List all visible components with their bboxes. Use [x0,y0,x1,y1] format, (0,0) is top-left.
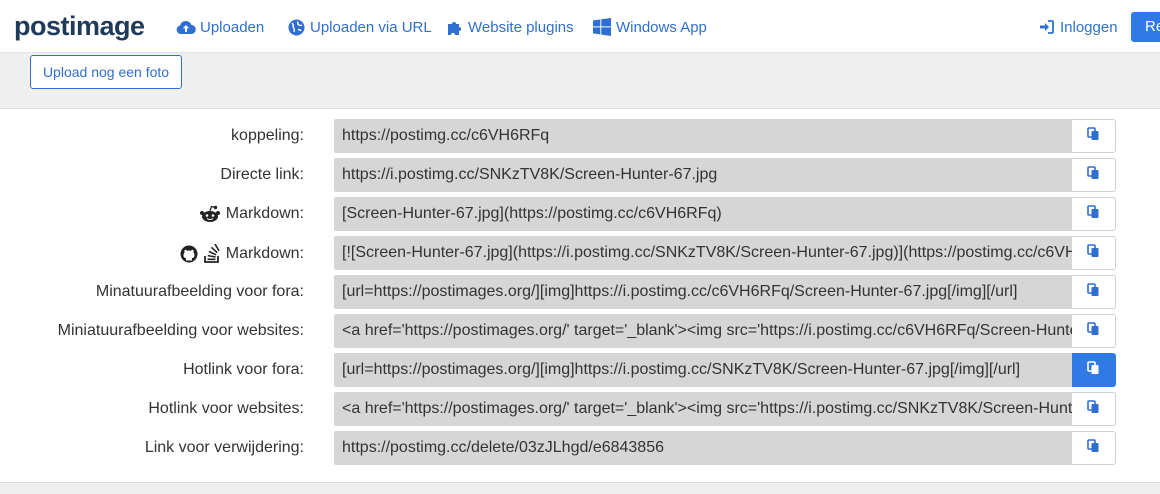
row-label: Markdown: [225,205,304,222]
nav-upload-label: Uploaden [200,18,265,36]
nav-windows-app-label: Windows App [616,18,707,36]
row-label: Hotlink voor fora: [183,361,304,378]
postimage-logo[interactable]: postimage [14,12,145,40]
link-row-thumb-forum: Minatuurafbeelding voor fora: [url=https… [0,275,1160,309]
nav-plugins-label: Website plugins [468,18,574,36]
copy-button[interactable] [1072,314,1116,348]
copy-icon [1087,360,1100,380]
link-field[interactable]: [url=https://postimages.org/][img]https:… [334,275,1072,309]
windows-icon [592,17,612,37]
link-row-markdown-reddit: Markdown: [Screen-Hunter-67.jpg](https:/… [0,197,1160,231]
link-row-delete: Link voor verwijdering: https://postimg.… [0,431,1160,465]
row-label: Minatuurafbeelding voor fora: [95,283,304,300]
nav-windows-app-link[interactable]: Windows App [592,16,707,38]
sign-in-icon [1036,17,1056,37]
link-field[interactable]: <a href='https://postimages.org/' target… [334,314,1072,348]
nav-login-label: Inloggen [1060,18,1118,36]
link-row-hotlink-forum: Hotlink voor fora: [url=https://postimag… [0,353,1160,387]
top-navbar: postimage Uploaden Uploaden via URL Webs… [0,0,1160,53]
copy-button[interactable] [1072,392,1116,426]
link-row-hotlink-website: Hotlink voor websites: <a href='https://… [0,392,1160,426]
github-icon [180,245,198,263]
row-label-wrap: Markdown: [180,244,304,264]
copy-button[interactable] [1072,353,1116,387]
row-label: Miniatuurafbeelding voor websites: [57,322,304,339]
row-label: Link voor verwijdering: [144,439,304,456]
copy-icon [1087,243,1100,263]
copy-icon [1087,165,1100,185]
copy-button[interactable] [1072,236,1116,270]
copy-button[interactable] [1072,158,1116,192]
globe-icon [286,17,306,37]
row-label-wrap: Markdown: [199,205,304,223]
copy-icon [1087,282,1100,302]
row-label: Hotlink voor websites: [148,400,304,417]
link-row-markdown-github: Markdown: [![Screen-Hunter-67.jpg](https… [0,236,1160,270]
link-field[interactable]: <a href='https://postimages.org/' target… [334,392,1072,426]
cloud-upload-icon [176,17,196,37]
link-field[interactable]: https://postimg.cc/c6VH6RFq [334,119,1072,153]
copy-button[interactable] [1072,197,1116,231]
row-label: Markdown: [225,245,304,262]
link-field[interactable]: [url=https://postimages.org/][img]https:… [334,353,1072,387]
copy-button[interactable] [1072,275,1116,309]
link-field[interactable]: [![Screen-Hunter-67.jpg](https://i.posti… [334,236,1072,270]
puzzle-icon [444,17,464,37]
link-field[interactable]: https://i.postimg.cc/SNKzTV8K/Screen-Hun… [334,158,1072,192]
copy-icon [1087,126,1100,146]
link-row-direct: Directe link: https://i.postimg.cc/SNKzT… [0,158,1160,192]
nav-upload-url-link[interactable]: Uploaden via URL [286,16,432,38]
copy-icon [1087,438,1100,458]
action-band: Upload nog een foto [0,53,1160,109]
footer-band [0,482,1160,494]
copy-button[interactable] [1072,119,1116,153]
nav-plugins-link[interactable]: Website plugins [444,16,574,38]
link-row-thumb-website: Miniatuurafbeelding voor websites: <a hr… [0,314,1160,348]
row-label: Directe link: [220,166,304,183]
copy-icon [1087,399,1100,419]
nav-login-link[interactable]: Inloggen [1036,16,1118,38]
link-field[interactable]: https://postimg.cc/delete/03zJLhgd/e6843… [334,431,1072,465]
register-button[interactable]: Registreren [1131,12,1160,42]
copy-button[interactable] [1072,431,1116,465]
nav-upload-url-label: Uploaden via URL [310,18,432,36]
stackoverflow-icon [203,244,221,264]
link-field[interactable]: [Screen-Hunter-67.jpg](https://postimg.c… [334,197,1072,231]
reddit-icon [199,205,221,223]
nav-upload-link[interactable]: Uploaden [176,16,264,38]
row-label: koppeling: [231,127,304,144]
link-row-koppeling: koppeling: https://postimg.cc/c6VH6RFq [0,119,1160,153]
copy-icon [1087,204,1100,224]
upload-another-button[interactable]: Upload nog een foto [30,55,182,89]
copy-icon [1087,321,1100,341]
